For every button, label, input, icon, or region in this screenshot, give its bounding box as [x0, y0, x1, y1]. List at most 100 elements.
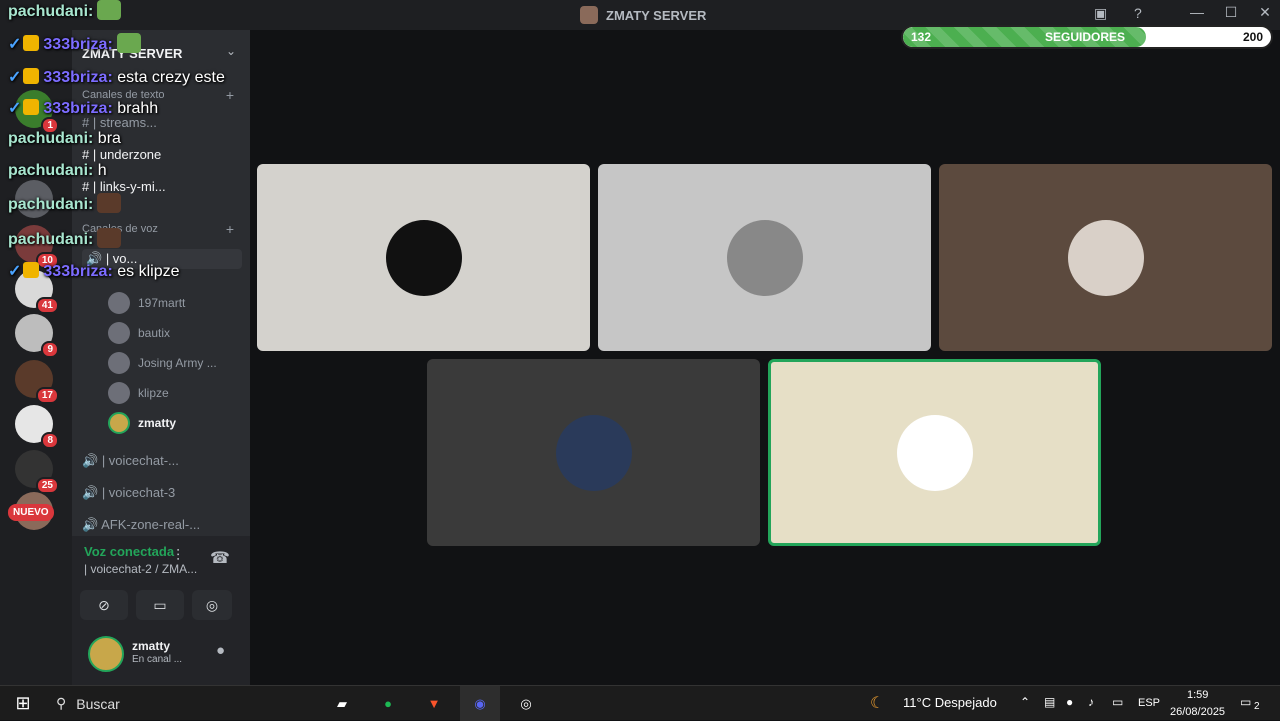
channel-underzone[interactable]: # | underzone	[82, 147, 242, 162]
maximize-button[interactable]: ☐	[1216, 4, 1246, 21]
voice-status[interactable]: Voz conectada	[84, 544, 174, 559]
search-label: Buscar	[76, 695, 120, 712]
chat-nick: pachudani:	[8, 3, 94, 20]
avatar	[108, 292, 130, 314]
help-icon[interactable]: ?	[1134, 5, 1142, 21]
chat-message: pachudani:	[8, 0, 122, 21]
voice-user-name: klipze	[138, 386, 169, 400]
video-tile[interactable]	[427, 359, 760, 546]
server-item[interactable]: 17	[15, 360, 59, 404]
channel-links[interactable]: # | links-y-mi...	[82, 179, 242, 194]
close-button[interactable]: ✕	[1250, 4, 1280, 21]
participant-avatar	[385, 219, 462, 296]
voice-user[interactable]: Josing Army ...	[108, 352, 217, 374]
tray-app-icon[interactable]: ▤	[1044, 695, 1055, 709]
sub-badge-icon	[23, 68, 40, 84]
brave-icon[interactable]: ▼	[420, 686, 448, 721]
screen-share-button[interactable]: ▭	[136, 590, 184, 620]
unread-badge: 41	[35, 297, 59, 314]
chat-nick: pachudani:	[8, 162, 94, 179]
user-avatar[interactable]	[88, 636, 124, 672]
chat-message: ✓ 333briza: brahh	[8, 98, 158, 118]
server-item[interactable]: 25	[15, 450, 59, 494]
file-explorer-icon[interactable]: ▰	[328, 686, 356, 721]
notifications-icon[interactable]: ▭	[1240, 695, 1251, 709]
chat-message: ✓ 333briza: esta crezy este	[8, 67, 225, 87]
chat-nick: 333briza:	[43, 69, 113, 86]
voice-user-name: Josing Army ...	[138, 356, 217, 370]
window-title-text: ZMATY SERVER	[606, 7, 707, 23]
channel-label: | underzone	[92, 147, 162, 162]
tray-chevron-icon[interactable]: ⌃	[1020, 695, 1030, 709]
emote-icon	[97, 0, 122, 20]
chat-text: brahh	[117, 100, 159, 117]
video-tile[interactable]	[257, 164, 590, 351]
followers-current: 132	[911, 30, 932, 44]
unread-badge: 17	[35, 387, 59, 404]
chat-message: pachudani: bra	[8, 130, 121, 148]
noise-suppression-icon[interactable]: ⫶	[176, 548, 180, 566]
voice-channel-path[interactable]: | voicechat-2 / ZMA...	[84, 562, 197, 576]
verified-icon: ✓	[8, 36, 22, 53]
voice-user[interactable]: klipze	[108, 382, 169, 404]
weather-icon: ☾	[870, 695, 885, 712]
voice-channel[interactable]: 🔊 AFK-zone-real-...	[82, 517, 242, 533]
followers-goal-bar: 132 SEGUIDORES 200	[901, 25, 1273, 49]
inbox-icon[interactable]: ▣	[1094, 5, 1107, 22]
server-item[interactable]: 9	[15, 314, 59, 358]
video-tile[interactable]	[939, 164, 1272, 351]
followers-goal: 200	[1242, 30, 1263, 44]
volume-icon[interactable]: ♪	[1088, 695, 1094, 709]
microphone-icon[interactable]: ●	[216, 642, 225, 659]
obs-icon[interactable]: ◎	[512, 686, 540, 721]
participant-avatar	[1067, 219, 1144, 296]
voice-channel[interactable]: 🔊 | voicechat-3	[82, 485, 242, 501]
minimize-button[interactable]: —	[1182, 4, 1212, 20]
taskbar: ⊞ ⚲ Buscar ▰ ● ▼ ◉ ◎ ☾ 11°C Despejado ⌃ …	[0, 685, 1280, 721]
chat-message: ✓ 333briza: es klipze	[8, 261, 179, 281]
clock-time[interactable]: 1:59	[1187, 689, 1208, 701]
voice-user-name: zmatty	[138, 416, 177, 430]
followers-label: SEGUIDORES	[1045, 30, 1126, 44]
server-rail: 1 10 41 9 17 8 25	[0, 30, 72, 685]
taskbar-search[interactable]: ⚲ Buscar	[46, 686, 316, 721]
voice-user[interactable]: 197martt	[108, 292, 185, 314]
channel-label: | voicechat-...	[101, 453, 179, 468]
weather-text[interactable]: 11°C Despejado	[903, 695, 997, 710]
voice-channel[interactable]: 🔊 | voicechat-...	[82, 453, 242, 469]
add-channel-icon[interactable]: +	[226, 87, 234, 103]
disconnect-icon[interactable]: ☎	[210, 548, 230, 568]
window-title: ZMATY SERVER	[580, 6, 706, 24]
unread-badge: 8	[41, 432, 59, 449]
language-indicator[interactable]: ESP	[1138, 697, 1160, 709]
user-name[interactable]: zmatty	[132, 639, 170, 653]
chat-nick: 333briza:	[43, 263, 113, 280]
avatar	[108, 352, 130, 374]
chat-text: bra	[97, 130, 121, 147]
server-icon	[580, 6, 598, 24]
camera-off-button[interactable]: ⊘	[80, 590, 128, 620]
microphone-tray-icon[interactable]: ●	[1066, 695, 1073, 709]
video-tile[interactable]	[598, 164, 931, 351]
add-voice-channel-icon[interactable]: +	[226, 221, 234, 237]
activity-button[interactable]: ◎	[192, 590, 232, 620]
chat-message: pachudani: h	[8, 162, 107, 180]
sub-badge-icon	[23, 35, 40, 51]
avatar	[108, 412, 130, 434]
spotify-icon[interactable]: ●	[374, 686, 402, 721]
network-icon[interactable]: ▭	[1112, 695, 1123, 709]
server-item[interactable]: 8	[15, 405, 59, 449]
chevron-down-icon[interactable]: ⌄	[226, 44, 236, 58]
start-icon[interactable]: ⊞	[8, 686, 38, 721]
clock-date[interactable]: 26/08/2025	[1170, 706, 1225, 718]
discord-icon[interactable]: ◉	[460, 686, 500, 721]
voice-user-self[interactable]: zmatty	[108, 412, 176, 434]
chat-message: pachudani:	[8, 193, 122, 214]
channel-label: AFK-zone-real-...	[101, 517, 201, 532]
avatar	[108, 382, 130, 404]
chat-message: pachudani:	[8, 228, 122, 249]
notification-count: 2	[1254, 701, 1260, 712]
video-tile-speaking[interactable]	[768, 359, 1101, 546]
avatar	[108, 322, 130, 344]
voice-user[interactable]: bautix	[108, 322, 170, 344]
